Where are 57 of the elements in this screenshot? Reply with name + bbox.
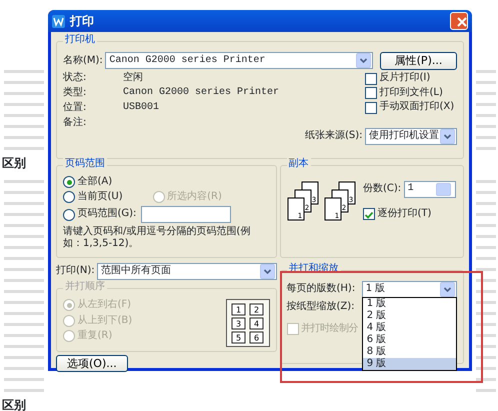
printer-name-select[interactable]: Canon G2000 series Printer: [105, 52, 372, 70]
dropdown-option[interactable]: 9 版: [362, 358, 456, 370]
radio-label: 从上到下(B): [78, 314, 132, 327]
radio-label: 从左到右(F): [78, 299, 132, 312]
checkbox[interactable]: [365, 102, 377, 114]
field-label: 纸张来源(S):: [304, 130, 362, 142]
info-label: 类型:: [63, 87, 88, 100]
group-label: 并打顺序: [63, 281, 107, 294]
page-range-field[interactable]: [141, 206, 232, 223]
info-label: 状态:: [63, 72, 88, 85]
info-value: Canon G2000 series Printer: [123, 87, 280, 100]
group-label: 副本: [286, 158, 310, 170]
window-title: 打印: [70, 14, 94, 28]
radio-button[interactable]: [63, 176, 75, 188]
copies-spinner[interactable]: 1: [404, 181, 456, 198]
field-label: 按纸型缩放(Z):: [286, 300, 355, 313]
document-heading: 区别: [2, 156, 26, 171]
radio-label: 当前页(U): [78, 191, 123, 204]
radio-label: 重复(R): [78, 330, 112, 342]
field-label: 名称(M):: [63, 54, 103, 68]
close-icon: [457, 16, 467, 27]
field-label: 份数(C):: [363, 183, 402, 196]
info-label: 位置:: [63, 102, 88, 115]
group-label: 打印机: [63, 34, 97, 46]
checkbox-label: 并打时绘制分: [301, 323, 358, 336]
radio-button[interactable]: [63, 191, 75, 204]
document-heading: 区别: [2, 398, 26, 411]
info-value: USB001: [123, 102, 160, 115]
info-label: 备注:: [63, 117, 88, 130]
dropdown-option[interactable]: 1 版: [362, 298, 456, 310]
properties-button[interactable]: 属性(P)...: [380, 52, 457, 70]
checkbox-label: 逐份打印(T): [378, 208, 432, 220]
checkbox-label: 反片打印(I): [380, 72, 430, 85]
radio-label: 全部(A): [78, 176, 112, 188]
info-value: 空闲: [123, 72, 143, 85]
hint-text: 请键入页码和/或用逗号分隔的页码范围(例如：1,3,5-12)。: [63, 226, 252, 250]
dropdown-option[interactable]: 2 版: [362, 310, 456, 322]
close-button[interactable]: [450, 12, 468, 30]
radio-label: 页码范围(G):: [78, 208, 136, 221]
dropdown-option[interactable]: 4 版: [362, 322, 456, 334]
checkbox-label: 打印到文件(L): [380, 86, 443, 100]
print-what-select[interactable]: 范围中所有页面: [97, 263, 277, 280]
options-button[interactable]: 选项(O)...: [56, 354, 128, 372]
radio-label: 所选内容(R): [167, 191, 222, 204]
app-icon: [52, 14, 65, 28]
checkbox[interactable]: [363, 208, 375, 220]
paper-source-select[interactable]: 使用打印机设置: [365, 128, 457, 145]
group-label: 页码范围: [63, 158, 107, 170]
checkbox-label: 手动双面打印(X): [380, 101, 454, 114]
checkbox[interactable]: [365, 87, 377, 99]
field-label: 打印(N):: [56, 265, 95, 278]
radio-button[interactable]: [63, 208, 75, 220]
dropdown-option[interactable]: 8 版: [362, 346, 456, 358]
checkbox[interactable]: [365, 72, 377, 84]
dropdown-option[interactable]: 6 版: [362, 334, 456, 346]
page-order-drawing: 1 2 3 4 5 6: [226, 299, 270, 347]
field-label: 每页的版数(H):: [286, 283, 356, 296]
